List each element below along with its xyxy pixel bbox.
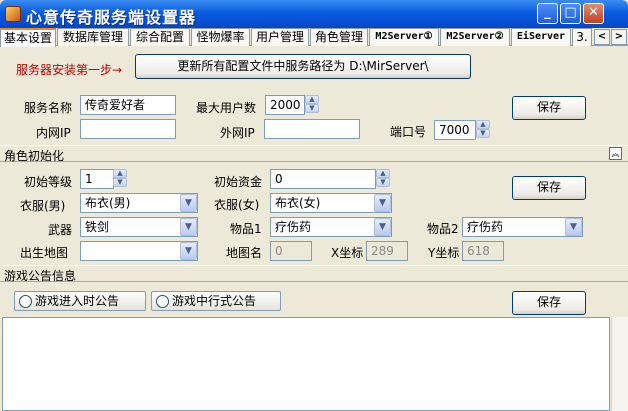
item1-label: 物品1 [230,222,262,236]
role-section-collapse-icon[interactable]: ︽ [609,147,622,160]
server-name-label: 服务名称 [24,101,73,115]
window-title: 心意传奇服务端设置器 [26,8,197,27]
radio-icon [156,295,169,308]
tab-general-config[interactable]: 综合配置 [130,28,190,46]
gold-stepper[interactable]: ▲ ▼ [376,169,392,189]
update-config-path-button[interactable]: 更新所有配置文件中服务路径为 D:\MirServer\ [135,54,471,79]
level-input[interactable]: 1 [80,169,114,189]
birth-map-label: 出生地图 [20,246,69,260]
tab-eiserver[interactable]: EiServer [511,28,571,46]
notice-scrollbar[interactable] [611,317,628,411]
weapon-label: 武器 [48,223,73,237]
gold-input[interactable]: 0 [270,169,376,189]
item2-label: 物品2 [427,222,459,236]
inner-ip-label: 内网IP [36,126,71,140]
max-users-stepper[interactable]: ▲ ▼ [305,95,321,115]
radio-enter-notice[interactable]: 游戏进入时公告 [14,291,146,311]
tab-role-management[interactable]: 角色管理 [310,28,368,46]
tab-m2server-1[interactable]: M2Server① [369,28,439,46]
max-users-input[interactable]: 2000 [265,95,305,115]
tab-database[interactable]: 数据库管理 [57,28,129,46]
notice-section-header [0,265,628,282]
y-coord-label: Y坐标 [428,246,460,260]
max-users-label: 最大用户数 [196,101,257,115]
male-cloth-label: 衣服(男) [20,199,66,213]
tab-scroll-left-button[interactable]: < [594,29,610,45]
chevron-down-icon[interactable]: ▼ [180,194,197,212]
x-coord-label: X坐标 [331,246,364,260]
tab-more[interactable]: 3. [572,28,592,46]
chevron-down-icon[interactable]: ▼ [180,242,197,260]
female-cloth-label: 衣服(女) [214,198,260,212]
maximize-button[interactable]: □ [560,3,581,24]
radio-enter-notice-label: 游戏进入时公告 [35,294,120,308]
chevron-down-icon[interactable]: ▼ [565,218,582,236]
chevron-down-icon[interactable]: ▼ [374,194,391,212]
server-name-input[interactable]: 传奇爱好者 [80,95,176,115]
role-save-button[interactable]: 保存 [512,176,586,200]
radio-running-notice[interactable]: 游戏中行式公告 [151,291,281,311]
level-label: 初始等级 [24,175,73,189]
tab-user-management[interactable]: 用户管理 [251,28,309,46]
tab-m2server-2[interactable]: M2Server② [440,28,510,46]
x-coord-input[interactable]: 289 [366,241,408,261]
install-step-label: 服务器安装第一步→ [16,63,123,77]
notice-save-button[interactable]: 保存 [512,291,586,315]
tab-scroll-right-button[interactable]: > [611,29,627,45]
outer-ip-input[interactable] [264,119,360,139]
chevron-down-icon[interactable]: ▼ [180,218,197,236]
port-label: 端口号 [390,125,427,139]
radio-icon [19,295,32,308]
outer-ip-label: 外网IP [220,126,255,140]
map-name-label: 地图名 [226,246,263,260]
minimize-button[interactable]: _ [537,3,558,24]
notice-section-title: 游戏公告信息 [4,269,77,283]
role-section-header [0,145,628,162]
map-name-input[interactable]: 0 [270,241,312,261]
notice-text-area[interactable] [2,317,610,411]
tab-basic-settings[interactable]: 基本设置 [0,28,56,47]
tab-monster-drop[interactable]: 怪物爆率 [191,28,250,46]
port-stepper[interactable]: ▲ ▼ [476,120,492,140]
chevron-down-icon[interactable]: ▼ [374,218,391,236]
role-section-title: 角色初始化 [4,149,65,163]
close-button[interactable]: ✕ [583,3,604,24]
app-icon [5,6,21,22]
y-coord-input[interactable]: 618 [462,241,504,261]
gold-label: 初始资金 [214,175,263,189]
inner-ip-input[interactable] [80,119,176,139]
port-input[interactable]: 7000 [434,120,476,140]
server-save-button[interactable]: 保存 [512,96,586,120]
level-stepper[interactable]: ▲ ▼ [113,169,129,189]
radio-running-notice-label: 游戏中行式公告 [172,294,257,308]
